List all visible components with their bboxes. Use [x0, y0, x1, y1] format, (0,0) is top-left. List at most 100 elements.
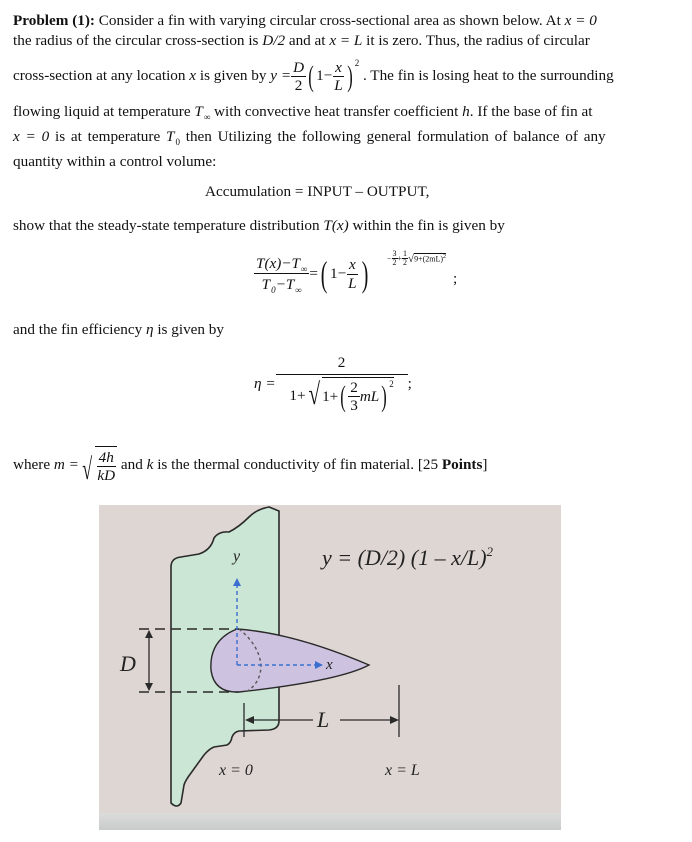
numerator-text: T(x)−T [256, 255, 300, 273]
subscript: ∞ [203, 112, 211, 122]
text: Accumulation = INPUT – OUTPUT, [205, 183, 430, 200]
formula-exponent: 2 [487, 544, 494, 559]
problem-line-1: Problem (1): Consider a fin with varying… [13, 12, 597, 30]
inline-math: k [146, 456, 154, 473]
numerator: 2 [275, 355, 408, 376]
inline-math: T(x) [323, 217, 349, 234]
left-paren: ( [308, 59, 314, 93]
radicand-text: 9+(2mL) [414, 254, 444, 264]
numerator: x [333, 58, 344, 78]
fraction: xL [332, 60, 344, 93]
subscript: 0 [175, 137, 180, 147]
text: is given by [157, 321, 224, 338]
numerator: T(x)−T∞ [254, 255, 310, 275]
exponent: − 32 + 12 √ 9+(2mL)2 [387, 250, 447, 267]
fraction: xL [346, 256, 358, 292]
denominator-text: T [261, 275, 271, 293]
term: 1+ [322, 388, 339, 406]
text: . The fin is losing heat to the surround… [362, 67, 614, 84]
right-paren: ) [361, 254, 368, 294]
right-paren: ) [346, 59, 353, 93]
radicand: 4h kD [95, 446, 118, 485]
problem-line-5: x = 0 is at temperature T0 then Utilizin… [13, 128, 606, 147]
numerator: D [291, 58, 307, 78]
denominator: L [348, 274, 357, 292]
inline-math: x = 0 [564, 12, 597, 29]
inline-math: h [462, 103, 470, 120]
fraction: 4h kD [95, 450, 117, 483]
denominator: kD [97, 467, 116, 485]
problem-line-2: the radius of the circular cross-section… [13, 32, 590, 50]
problem-line-7: show that the steady-state temperature d… [13, 217, 505, 235]
denominator: 2 [294, 77, 303, 95]
semicolon: ; [407, 375, 412, 393]
label-l: L [316, 707, 329, 732]
profile-formula: y = (D/2) (1 – x/L)2 [320, 544, 494, 570]
text: where [13, 456, 51, 473]
temperature-equation: T(x)−T∞ T0−T∞ =(1− x L) − 32 + 12 √ 9+(2mL)… [254, 250, 447, 295]
equals: = [309, 265, 318, 282]
text: Consider a fin with varying circular cro… [98, 12, 561, 29]
label-d: D [119, 651, 136, 676]
problem-line-3: cross-section at any location x is given… [13, 58, 614, 95]
numerator: x [347, 256, 358, 275]
inline-math: x = L [329, 32, 363, 49]
problem-line-9: where m = √ 4h kD and k is the thermal cond… [13, 446, 487, 485]
exponent: 2 [443, 254, 447, 261]
efficiency-equation: η = 2 1+ √ 1+ ( 23 mL ) 2 ; [254, 355, 412, 414]
inline-math: T [194, 103, 203, 120]
label-x-equals-0: x = 0 [218, 762, 253, 779]
text: and the fin efficiency [13, 321, 143, 338]
m-definition: √ 4h kD [79, 446, 118, 487]
inline-math: x [189, 67, 197, 84]
denominator: 1+ √ 1+ ( 23 mL ) 2 [287, 375, 395, 415]
numerator: 2 [348, 379, 360, 398]
denominator-text: −T [275, 275, 295, 293]
problem-heading: Problem (1): [13, 12, 95, 29]
text: ] [482, 456, 488, 473]
subscript: 0 [271, 284, 276, 295]
subscript: ∞ [301, 264, 308, 275]
figure-shadow [99, 813, 561, 830]
sqrt-symbol: √ [308, 378, 320, 412]
denominator: T0−T∞ [260, 274, 304, 295]
problem-line-4: flowing liquid at temperature T∞ with co… [13, 103, 592, 122]
text: cross-section at any location [13, 67, 186, 84]
fin-diagram-svg: y x D L x = 0 x = L y = (D/2) (1 – x/L)2 [99, 505, 561, 830]
term: 1− [316, 67, 333, 85]
radius-equation: y = D 2(1− x L) 2 [270, 58, 359, 95]
text: show that the steady-state temperature d… [13, 217, 320, 234]
radicand: 9+(2mL)2 [414, 253, 447, 264]
text: then Utilizing the following general for… [185, 128, 606, 145]
left-paren: ( [340, 379, 346, 413]
fraction: D2 [291, 58, 307, 95]
text: is given by [199, 67, 267, 84]
semicolon: ; [453, 270, 458, 287]
text: . If the base of fin at [469, 103, 593, 120]
numerator: 4h [96, 448, 116, 468]
problem-line-6: quantity within a control volume: [13, 153, 216, 171]
exponent: 2 [389, 379, 394, 390]
fraction: T(x)−T∞ T0−T∞ [254, 255, 310, 295]
text: is the thermal conductivity of fin mater… [157, 456, 439, 473]
sqrt-symbol: √ [82, 453, 93, 487]
fraction: 2 1+ √ 1+ ( 23 mL ) 2 [275, 355, 408, 415]
label-x: x [325, 657, 333, 673]
inline-math: D/2 [262, 32, 286, 49]
label-x-equals-l: x = L [384, 762, 420, 779]
formula-text: y = (D/2) (1 – x/L) [320, 545, 487, 570]
label-y: y [231, 548, 241, 565]
eq-lhs: y = [270, 67, 292, 85]
text: flowing liquid at temperature [13, 103, 191, 120]
denominator: 3 [350, 397, 358, 415]
text: and [120, 456, 143, 473]
term: 1− [330, 265, 347, 282]
left-paren: ( [320, 254, 328, 294]
exponent: 2 [354, 58, 360, 69]
inline-math: η [145, 321, 154, 338]
radicand: 1+ ( 23 mL ) 2 [322, 377, 394, 415]
denominator: L [334, 77, 343, 95]
inline-math: x = 0 [13, 128, 50, 145]
problem-line-8: and the fin efficiency η is given by [13, 321, 224, 339]
text: it is zero. Thus, the radius of circular [366, 32, 590, 49]
